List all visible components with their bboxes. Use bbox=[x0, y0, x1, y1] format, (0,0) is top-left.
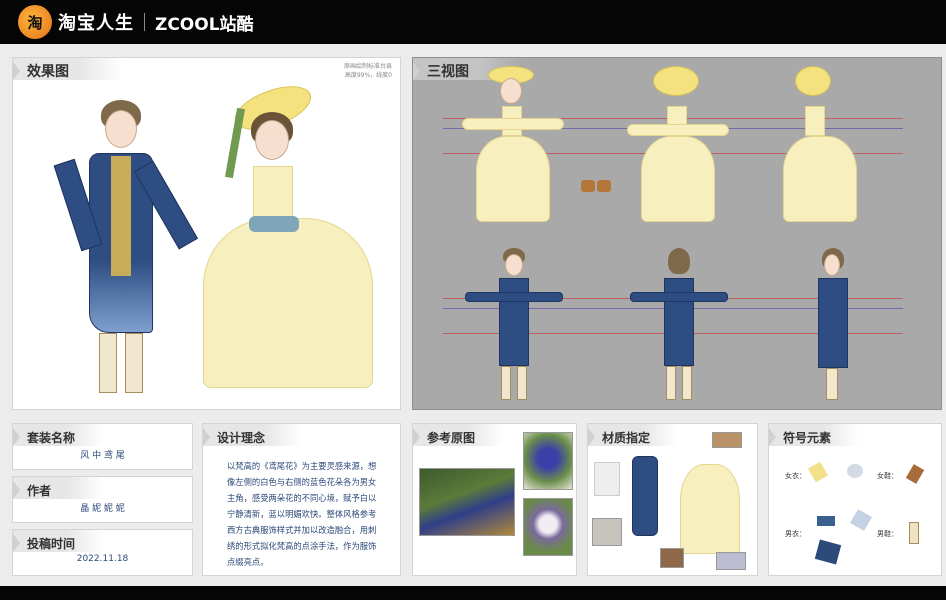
female-outfit-thumb bbox=[680, 464, 740, 554]
female-top-symbol bbox=[807, 461, 829, 483]
male-figure bbox=[53, 98, 199, 398]
note-line-1: 原画绘制标准台县 bbox=[343, 63, 392, 70]
male-top-symbol bbox=[817, 516, 835, 526]
panel-title: 效果图 bbox=[13, 62, 79, 80]
coat bbox=[818, 278, 848, 368]
panel-title: 符号元素 bbox=[768, 428, 841, 446]
female-top-label: 女衣： bbox=[785, 472, 806, 480]
arms bbox=[462, 118, 564, 130]
male-shoes-label: 男鞋： bbox=[877, 530, 898, 538]
face bbox=[500, 78, 522, 104]
boot bbox=[517, 366, 527, 400]
top-bar: 淘 淘宝人生 ZCOOL站酷 bbox=[0, 0, 946, 44]
bodice bbox=[805, 106, 825, 136]
irises-painting bbox=[419, 468, 515, 536]
panel-title: 套装名称 bbox=[12, 428, 85, 446]
note: 原画绘制标准台县 高度99%，线度0 bbox=[344, 62, 392, 80]
shoe bbox=[597, 180, 611, 192]
vest bbox=[111, 156, 131, 276]
fabric-swatch bbox=[660, 548, 684, 568]
arms bbox=[465, 292, 563, 302]
reference-panel: 参考原图 bbox=[412, 423, 577, 576]
panel-title: 作者 bbox=[12, 481, 61, 499]
iris-photo-blue bbox=[523, 432, 573, 490]
male-back-view bbox=[628, 248, 728, 403]
face bbox=[505, 254, 523, 276]
fabric-swatch bbox=[716, 552, 746, 570]
female-top-symbol bbox=[847, 464, 863, 478]
suit-name-value: 风 中 鸢 尾 bbox=[80, 451, 125, 461]
taobao-life-logo-icon: 淘 bbox=[18, 5, 52, 39]
panel-title: 投稿时间 bbox=[12, 534, 85, 552]
fabric-swatch bbox=[592, 518, 622, 546]
waist-embroidery bbox=[249, 216, 299, 232]
bottom-bar bbox=[0, 586, 946, 600]
skirt bbox=[783, 136, 857, 222]
boot bbox=[826, 368, 838, 400]
male-top-label: 男衣： bbox=[785, 530, 806, 538]
hat bbox=[795, 66, 831, 96]
arms bbox=[627, 124, 729, 136]
ribbon bbox=[224, 107, 246, 179]
female-side-view bbox=[775, 66, 875, 226]
male-front-view bbox=[463, 248, 563, 403]
concept-panel: 设计理念 以梵高的《鸢尾花》为主要灵感来源，想像左侧的白色与右侧的蓝色花朵各为男… bbox=[202, 423, 401, 576]
face bbox=[824, 254, 840, 276]
symbols-panel: 符号元素 女衣： 女鞋： 男衣： 男鞋： bbox=[768, 423, 942, 576]
note-line-2: 高度99%，线度0 bbox=[344, 72, 392, 79]
fabric-swatch bbox=[712, 432, 742, 448]
female-front-view bbox=[458, 66, 568, 226]
face bbox=[105, 110, 137, 148]
boot bbox=[501, 366, 511, 400]
arms bbox=[630, 292, 728, 302]
date-panel: 投稿时间 2022.11.18 bbox=[12, 529, 193, 576]
face bbox=[255, 120, 289, 160]
male-outfit-thumb bbox=[632, 456, 658, 536]
hat bbox=[653, 66, 699, 96]
male-shoes-symbol bbox=[909, 522, 919, 544]
panel-title: 设计理念 bbox=[202, 428, 275, 446]
male-top-symbol bbox=[814, 539, 842, 565]
effect-panel: 效果图 原画绘制标准台县 高度99%，线度0 bbox=[12, 57, 401, 410]
shoe bbox=[581, 180, 595, 192]
author-panel: 作者 晶 妮 妮 妮 bbox=[12, 476, 193, 523]
brand-divider bbox=[144, 13, 145, 31]
concept-text: 以梵高的《鸢尾花》为主要灵感来源，想像左侧的白色与右侧的蓝色花朵各为男女主角，感… bbox=[227, 461, 377, 567]
three-view-panel: 三视图 bbox=[412, 57, 942, 410]
right-boot bbox=[125, 333, 143, 393]
male-side-view bbox=[808, 248, 868, 403]
material-panel: 材质指定 bbox=[587, 423, 758, 576]
female-figure bbox=[183, 77, 393, 398]
fabric-swatch bbox=[594, 462, 620, 496]
left-boot bbox=[99, 333, 117, 393]
female-back-view bbox=[623, 66, 733, 226]
brand-zcool: ZCOOL站酷 bbox=[155, 14, 254, 35]
iris-photo-white bbox=[523, 498, 573, 556]
boot bbox=[682, 366, 692, 400]
skirt bbox=[476, 136, 550, 222]
date-value: 2022.11.18 bbox=[76, 554, 129, 564]
skirt bbox=[203, 218, 373, 388]
male-top-symbol bbox=[850, 509, 872, 531]
hair bbox=[668, 248, 690, 274]
boot bbox=[666, 366, 676, 400]
panel-title: 材质指定 bbox=[587, 428, 660, 446]
brand-taobao: 淘宝人生 bbox=[58, 13, 134, 34]
female-shoes bbox=[581, 178, 613, 194]
female-shoes-label: 女鞋： bbox=[877, 472, 898, 480]
suit-name-panel: 套装名称 风 中 鸢 尾 bbox=[12, 423, 193, 470]
skirt bbox=[641, 136, 715, 222]
female-shoes-symbol bbox=[905, 464, 925, 484]
panel-title: 参考原图 bbox=[412, 428, 485, 446]
author-value: 晶 妮 妮 妮 bbox=[80, 504, 125, 514]
